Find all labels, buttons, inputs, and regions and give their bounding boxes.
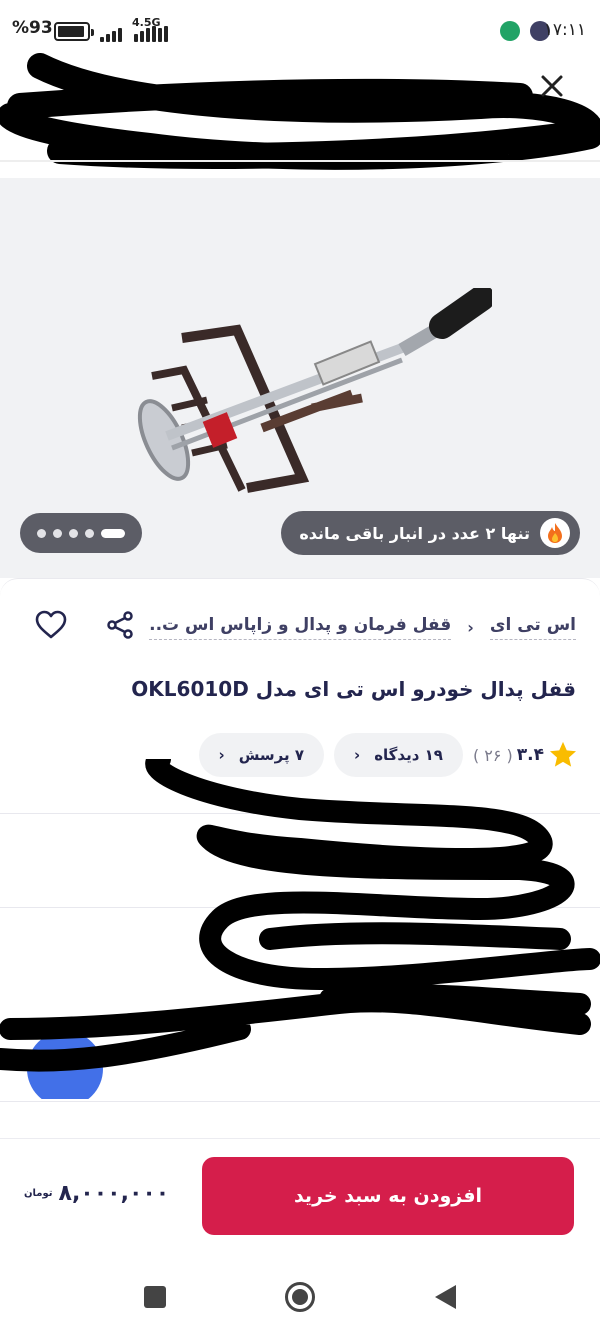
home-button[interactable] <box>283 1280 317 1314</box>
purchase-footer: افزودن به سبد خرید تومان ۸,۰۰۰,۰۰۰ <box>0 1138 600 1258</box>
product-title: قفل پدال خودرو اس تی ای مدل OKL6010D <box>131 677 576 701</box>
breadcrumb: اس تی ای ‹ قفل فرمان و پدال و زاپاس اس ت… <box>149 615 576 640</box>
back-triangle-icon <box>435 1285 456 1309</box>
stock-badge-text: تنها ۲ عدد در انبار باقی مانده <box>299 523 530 543</box>
currency-unit: تومان <box>24 1187 53 1199</box>
redaction-scribble <box>0 759 600 1099</box>
price: تومان ۸,۰۰۰,۰۰۰ <box>24 1181 169 1206</box>
fire-icon <box>540 518 570 548</box>
price-amount: ۸,۰۰۰,۰۰۰ <box>58 1181 170 1206</box>
add-to-cart-button[interactable]: افزودن به سبد خرید <box>202 1157 574 1235</box>
tabs-underline <box>0 160 600 162</box>
battery-icon <box>54 22 94 41</box>
product-details: اس تی ای ‹ قفل فرمان و پدال و زاپاس اس ت… <box>0 578 600 1138</box>
home-circle-icon <box>285 1282 315 1312</box>
signal-icon <box>100 24 174 42</box>
back-button[interactable] <box>428 1280 462 1314</box>
product-image <box>137 288 492 493</box>
battery-percent: %93 <box>12 18 53 38</box>
carousel-indicator[interactable] <box>20 513 142 553</box>
stock-badge: تنها ۲ عدد در انبار باقی مانده <box>281 511 580 555</box>
carousel-dot <box>85 528 94 538</box>
breadcrumb-category[interactable]: قفل فرمان و پدال و زاپاس اس ت.. <box>149 615 452 640</box>
close-button[interactable] <box>534 68 570 104</box>
chevron-left-icon: ‹ <box>467 618 474 637</box>
clock: ۱۷:۱۱ <box>543 20 586 40</box>
share-button[interactable] <box>104 609 136 641</box>
close-icon <box>541 75 563 97</box>
share-icon <box>107 611 133 639</box>
carousel-dot <box>53 528 62 538</box>
product-gallery[interactable]: تنها ۲ عدد در انبار باقی مانده <box>0 178 600 578</box>
heart-icon <box>35 610 67 639</box>
carousel-dot <box>69 528 78 538</box>
redaction-scribble <box>0 53 600 170</box>
system-navigation-bar <box>0 1258 600 1333</box>
top-bar <box>0 53 600 178</box>
carousel-dot-active <box>101 528 125 538</box>
favorite-button[interactable] <box>34 609 68 641</box>
breadcrumb-brand[interactable]: اس تی ای <box>489 615 576 640</box>
divider <box>0 1101 600 1102</box>
excel-app-icon <box>500 21 520 41</box>
carousel-dot <box>37 528 46 538</box>
recents-button[interactable] <box>138 1280 172 1314</box>
square-icon <box>144 1286 166 1308</box>
